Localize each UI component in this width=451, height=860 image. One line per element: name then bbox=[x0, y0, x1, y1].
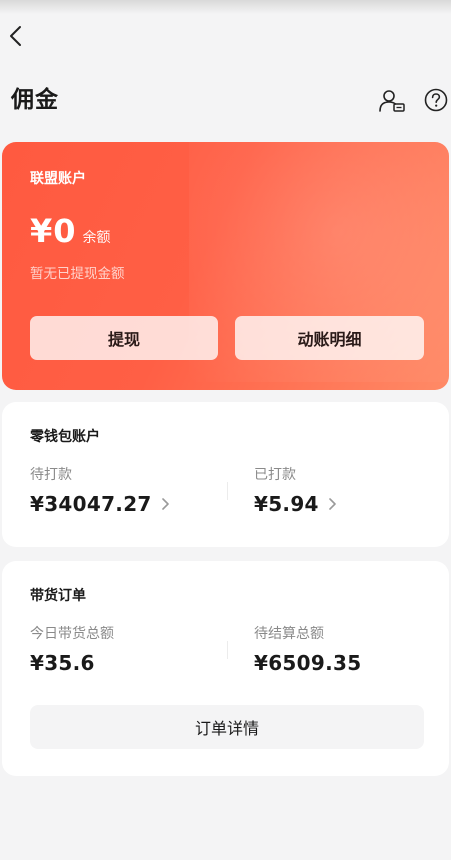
balance-amount: ¥0 bbox=[30, 212, 77, 250]
paid-label: 已打款 bbox=[254, 467, 296, 483]
stat-divider bbox=[227, 641, 228, 659]
pending-settlement-value-row: ¥6509.35 bbox=[254, 651, 361, 675]
pending-settlement-label: 待结算总额 bbox=[254, 626, 324, 642]
user-card-icon bbox=[379, 90, 405, 112]
chevron-right-icon[interactable] bbox=[160, 497, 170, 511]
wallet-account-title: 零钱包账户 bbox=[30, 429, 100, 445]
stat-divider bbox=[227, 482, 228, 500]
status-bar-shade bbox=[0, 0, 451, 14]
paid-value: ¥5.94 bbox=[254, 492, 319, 516]
today-sales-label: 今日带货总额 bbox=[30, 626, 114, 642]
balance-unit: 余额 bbox=[82, 230, 111, 246]
pending-payment-value: ¥34047.27 bbox=[30, 492, 152, 516]
no-withdraw-text: 暂无已提现金额 bbox=[30, 266, 125, 282]
pending-payment-stat[interactable]: 待打款 ¥34047.27 bbox=[30, 464, 170, 516]
today-sales-stat: 今日带货总额 ¥35.6 bbox=[30, 623, 114, 675]
paid-value-row: ¥5.94 bbox=[254, 492, 337, 516]
back-arrow-icon bbox=[10, 26, 21, 46]
paid-stat[interactable]: 已打款 ¥5.94 bbox=[254, 464, 337, 516]
pending-payment-value-row: ¥34047.27 bbox=[30, 492, 170, 516]
chevron-right-icon[interactable] bbox=[327, 497, 337, 511]
today-sales-value-row: ¥35.6 bbox=[30, 651, 114, 675]
pending-settlement-stat: 待结算总额 ¥6509.35 bbox=[254, 623, 361, 675]
account-info-button[interactable] bbox=[378, 87, 406, 115]
pending-payment-label: 待打款 bbox=[30, 467, 72, 483]
page-title: 佣金 bbox=[11, 87, 59, 113]
balance-row: ¥0 余额 bbox=[30, 212, 111, 250]
transaction-details-button[interactable]: 动账明细 bbox=[235, 316, 424, 360]
help-circle-icon bbox=[424, 88, 448, 112]
wallet-account-panel: 零钱包账户 待打款 ¥34047.27 已打款 ¥5.94 bbox=[2, 402, 449, 547]
back-button[interactable] bbox=[2, 22, 28, 50]
pending-settlement-value: ¥6509.35 bbox=[254, 651, 362, 675]
sales-orders-title: 带货订单 bbox=[30, 588, 86, 604]
help-button[interactable] bbox=[423, 87, 451, 115]
alliance-account-label: 联盟账户 bbox=[30, 171, 86, 187]
sales-orders-panel: 带货订单 今日带货总额 ¥35.6 待结算总额 ¥6509.35 订单详情 bbox=[2, 561, 449, 776]
order-details-button[interactable]: 订单详情 bbox=[30, 705, 424, 749]
withdraw-button[interactable]: 提现 bbox=[30, 316, 218, 360]
today-sales-value: ¥35.6 bbox=[30, 651, 95, 675]
alliance-account-card: 联盟账户 ¥0 余额 暂无已提现金额 提现 动账明细 bbox=[2, 142, 449, 390]
